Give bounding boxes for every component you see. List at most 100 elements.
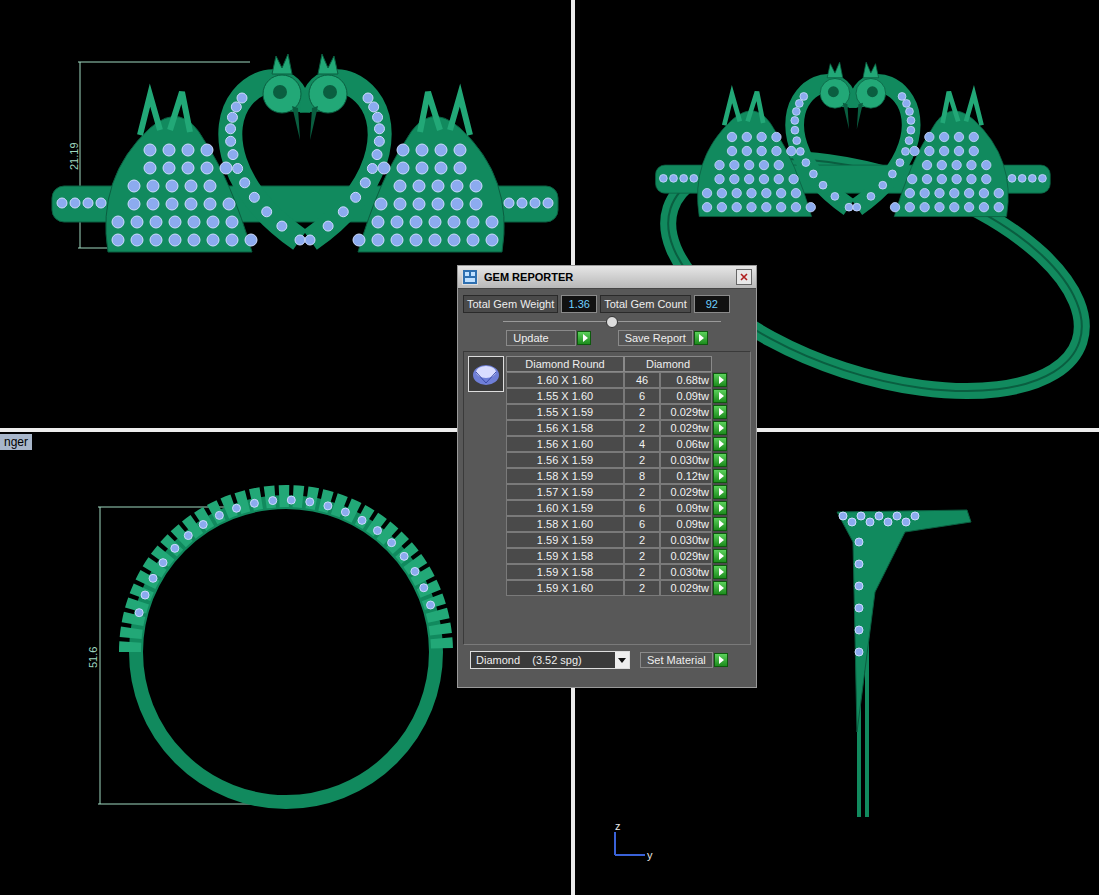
gem-stone xyxy=(925,132,934,141)
title-bar[interactable]: GEM REPORTER xyxy=(458,266,756,289)
weight-cell: 0.029tw xyxy=(660,404,712,420)
gem-stone xyxy=(372,216,384,228)
slider[interactable] xyxy=(503,316,721,328)
gem-stone xyxy=(185,198,197,210)
table-row[interactable]: 1.60 X 1.60460.68tw xyxy=(506,372,728,388)
gem-stone xyxy=(950,203,959,212)
gem-stone xyxy=(135,609,143,617)
action-button[interactable]: Update xyxy=(506,330,591,346)
row-arrow-icon[interactable] xyxy=(713,485,727,499)
gem-type-cell[interactable] xyxy=(468,356,504,392)
row-arrow-icon[interactable] xyxy=(713,389,727,403)
gem-reporter-dialog[interactable]: GEM REPORTERTotal Gem Weight1.36Total Ge… xyxy=(457,265,757,688)
viewport-label[interactable]: nger xyxy=(0,434,32,450)
table-row[interactable]: 1.55 X 1.5920.029tw xyxy=(506,404,728,420)
gem-stone xyxy=(530,198,540,208)
weight-cell: 0.030tw xyxy=(660,564,712,580)
table-row[interactable]: 1.60 X 1.5960.09tw xyxy=(506,500,728,516)
row-arrow-icon[interactable] xyxy=(713,405,727,419)
action-button[interactable]: Save Report xyxy=(618,330,708,346)
size-cell: 1.56 X 1.60 xyxy=(506,436,624,452)
gem-stone xyxy=(391,216,403,228)
table-row[interactable]: 1.59 X 1.6020.029tw xyxy=(506,580,728,596)
gem-stone xyxy=(150,216,162,228)
table-row[interactable]: 1.58 X 1.5980.12tw xyxy=(506,468,728,484)
row-arrow-icon[interactable] xyxy=(713,501,727,515)
gem-stone xyxy=(670,174,678,182)
row-arrow-icon[interactable] xyxy=(713,565,727,579)
gem-stone xyxy=(237,93,247,103)
table-row[interactable]: 1.58 X 1.6060.09tw xyxy=(506,516,728,532)
gem-stone xyxy=(166,180,178,192)
table-row[interactable]: 1.56 X 1.5920.030tw xyxy=(506,452,728,468)
table-row[interactable]: 1.59 X 1.5820.029tw xyxy=(506,548,728,564)
close-button[interactable] xyxy=(736,269,752,285)
gem-stone xyxy=(964,203,973,212)
gem-stone xyxy=(429,234,441,246)
gem-stone xyxy=(470,198,482,210)
gem-stone xyxy=(250,499,258,507)
gem-stone xyxy=(96,198,106,208)
arrow-icon[interactable] xyxy=(714,653,728,667)
row-arrow-icon[interactable] xyxy=(713,469,727,483)
gem-stone xyxy=(184,532,192,540)
table-row[interactable]: 1.59 X 1.5820.030tw xyxy=(506,564,728,580)
gem-stone xyxy=(747,188,756,197)
gem-stone xyxy=(128,198,140,210)
gem-stone xyxy=(1018,174,1026,182)
gem-stone xyxy=(454,144,466,156)
gem-stone xyxy=(411,567,419,575)
table-row[interactable]: 1.57 X 1.5920.029tw xyxy=(506,484,728,500)
gem-stone xyxy=(262,207,272,217)
gem-stone xyxy=(902,518,910,526)
gem-stone xyxy=(378,162,390,174)
row-arrow-icon[interactable] xyxy=(713,421,727,435)
gem-stone xyxy=(908,174,917,183)
gem-stone xyxy=(905,203,914,212)
row-arrow-icon[interactable] xyxy=(713,373,727,387)
table-row[interactable]: 1.56 X 1.5820.029tw xyxy=(506,420,728,436)
gem-stone xyxy=(845,203,853,211)
arrow-icon[interactable] xyxy=(694,331,708,345)
gem-stone xyxy=(323,221,333,231)
button-label[interactable]: Save Report xyxy=(618,330,693,346)
row-arrow-icon[interactable] xyxy=(713,533,727,547)
close-icon xyxy=(740,273,748,281)
arrow-icon[interactable] xyxy=(577,331,591,345)
gem-stone xyxy=(772,132,781,141)
gem-stone xyxy=(435,144,447,156)
dialog-title: GEM REPORTER xyxy=(484,271,730,283)
gem-stone xyxy=(295,235,305,245)
gem-stone xyxy=(448,234,460,246)
table-row[interactable]: 1.55 X 1.6060.09tw xyxy=(506,388,728,404)
gem-stone xyxy=(374,136,384,146)
gem-stone xyxy=(922,160,931,169)
gem-stone xyxy=(939,146,948,155)
row-arrow-icon[interactable] xyxy=(713,581,727,595)
table-row[interactable]: 1.59 X 1.5920.030tw xyxy=(506,532,728,548)
gem-stone xyxy=(215,511,223,519)
row-arrow-icon[interactable] xyxy=(713,549,727,563)
gem-stone xyxy=(182,162,194,174)
row-arrow-icon[interactable] xyxy=(713,437,727,451)
gem-stone xyxy=(717,203,726,212)
gem-stone xyxy=(182,144,194,156)
gem-reporter-icon xyxy=(462,269,478,285)
row-arrow-icon[interactable] xyxy=(713,517,727,531)
gem-stone xyxy=(159,559,167,567)
table-row[interactable]: 1.56 X 1.6040.06tw xyxy=(506,436,728,452)
gem-stone xyxy=(855,560,863,568)
gem-stone xyxy=(486,216,498,228)
gem-stone xyxy=(351,192,361,202)
gem-stone xyxy=(451,180,463,192)
gem-stone xyxy=(717,188,726,197)
slider-knob[interactable] xyxy=(606,316,618,328)
row-arrow-icon[interactable] xyxy=(713,453,727,467)
button-label[interactable]: Update xyxy=(506,330,576,346)
set-material-button[interactable]: Set Material xyxy=(640,652,728,668)
material-select[interactable]: Diamond (3.52 spg) xyxy=(470,651,630,669)
gem-stone xyxy=(413,180,425,192)
gem-stone xyxy=(427,601,435,609)
dropdown-icon[interactable] xyxy=(615,652,629,668)
button-label[interactable]: Set Material xyxy=(640,652,713,668)
